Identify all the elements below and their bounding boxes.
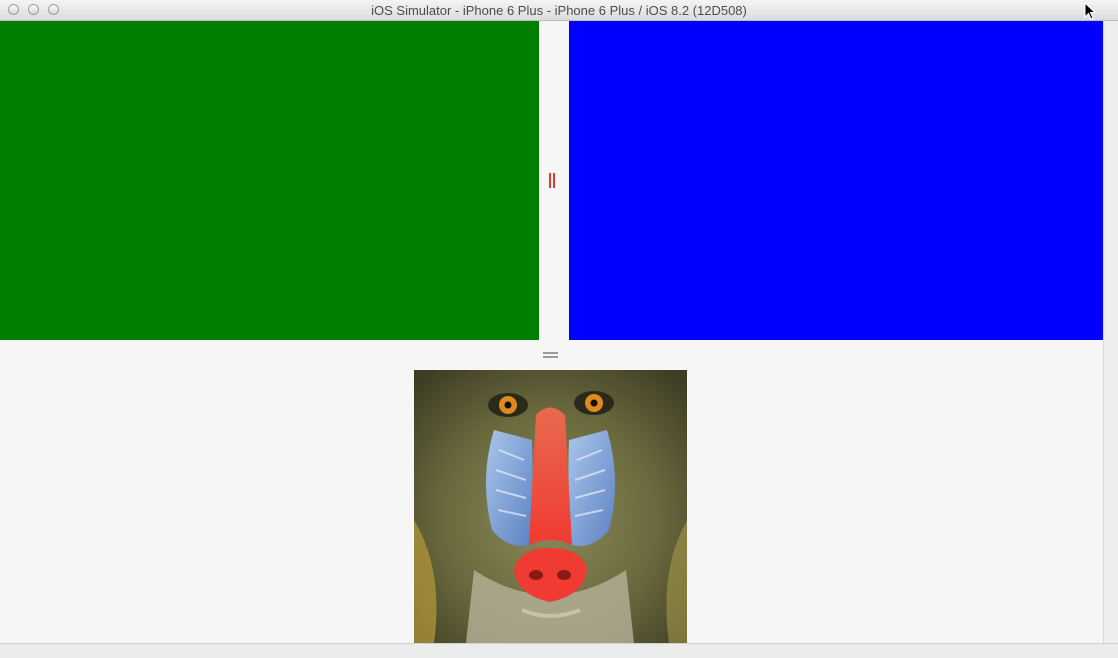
window-title: iOS Simulator - iPhone 6 Plus - iPhone 6…	[371, 3, 747, 18]
mandrill-image	[414, 370, 687, 643]
green-pane[interactable]	[0, 21, 539, 340]
horizontal-handle-bar	[543, 356, 558, 358]
mouse-pointer-icon	[1084, 2, 1096, 20]
horizontal-handle-bar	[543, 352, 558, 354]
window-titlebar[interactable]: iOS Simulator - iPhone 6 Plus - iPhone 6…	[0, 0, 1118, 21]
vertical-handle-bar	[549, 173, 551, 188]
horizontal-resize-handle-icon[interactable]	[543, 351, 559, 359]
window-bottom-edge	[0, 643, 1118, 658]
simulator-screen	[0, 21, 1103, 643]
blue-pane[interactable]	[569, 21, 1103, 340]
vertical-resize-handle-icon[interactable]	[547, 173, 557, 189]
vertical-handle-bar	[553, 173, 555, 188]
window-right-edge	[1103, 21, 1118, 643]
